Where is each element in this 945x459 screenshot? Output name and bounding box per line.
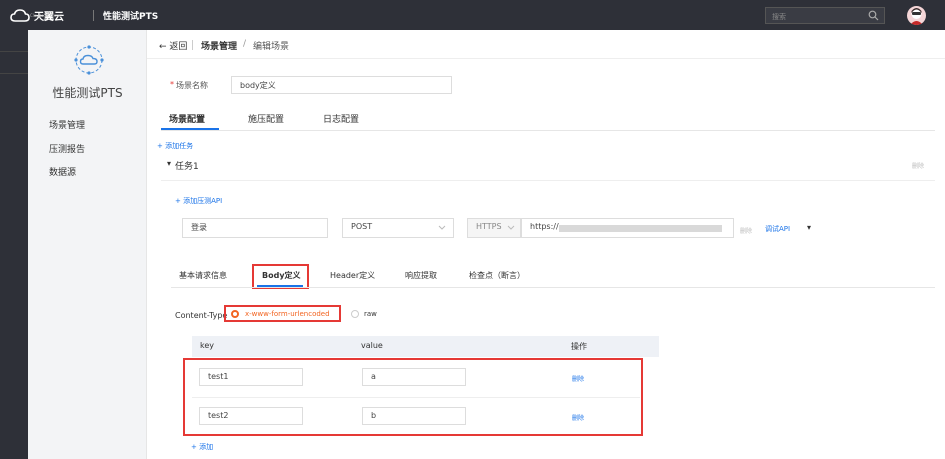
- divider: [192, 40, 193, 50]
- tab-divider: [171, 287, 935, 288]
- divider: [93, 10, 94, 21]
- table-header: [192, 336, 659, 357]
- url-redacted: [559, 225, 722, 232]
- task-title: 任务1: [175, 162, 199, 172]
- delete-row-button[interactable]: 删除: [572, 413, 584, 422]
- tab-checkpoint[interactable]: 检查点（断言）: [469, 270, 525, 281]
- method-select[interactable]: POST: [342, 218, 454, 238]
- api-delete-button[interactable]: 删除: [740, 226, 752, 235]
- add-task-button[interactable]: + 添加任务: [157, 141, 193, 151]
- delete-row-button[interactable]: 删除: [572, 374, 584, 383]
- scene-name-label: 场景名称: [176, 81, 208, 90]
- rail-divider: [0, 51, 28, 52]
- tab-divider: [161, 130, 935, 131]
- task-toggle-icon[interactable]: ▾: [167, 159, 171, 168]
- column-header-key: key: [200, 341, 215, 350]
- add-api-button[interactable]: + 添加压测API: [175, 196, 222, 206]
- breadcrumb-current: 编辑场景: [253, 42, 290, 52]
- tab-response-extract[interactable]: 响应提取: [405, 270, 437, 281]
- sidebar-item-scene-management[interactable]: 场景管理: [49, 118, 85, 131]
- key-input[interactable]: test1: [199, 368, 303, 386]
- tab-scene-config[interactable]: 场景配置: [169, 112, 205, 125]
- url-input[interactable]: https://: [521, 218, 734, 238]
- top-product-name[interactable]: 性能测试PTS: [103, 9, 158, 22]
- tab-log-config[interactable]: 日志配置: [323, 112, 359, 125]
- top-navigation-bar: 天翼云 Cloudsoft Cloud 性能测试PTS 搜索: [0, 0, 945, 30]
- debug-api-button[interactable]: 调试API: [765, 224, 790, 234]
- product-name: 性能测试PTS: [52, 86, 123, 100]
- sidebar-item-test-reports[interactable]: 压测报告: [49, 142, 85, 155]
- value-input[interactable]: a: [362, 368, 466, 386]
- breadcrumb-separator: /: [243, 39, 247, 49]
- content-type-label: Content-Type: [175, 311, 228, 320]
- tab-header-definition[interactable]: Header定义: [330, 270, 375, 281]
- sidebar-item-data-source[interactable]: 数据源: [49, 165, 76, 178]
- value-input[interactable]: b: [362, 407, 466, 425]
- more-dropdown-icon[interactable]: ▾: [807, 223, 811, 232]
- row-divider: [192, 397, 640, 398]
- main-content: ← 返回 场景管理 / 编辑场景 * 场景名称 body定义 场景配置 施压配置…: [147, 30, 945, 459]
- radio-selected-icon[interactable]: [231, 310, 239, 318]
- chevron-down-icon: [438, 225, 446, 230]
- scene-name-input[interactable]: body定义: [231, 76, 452, 94]
- task-delete-button[interactable]: 删除: [912, 161, 924, 170]
- search-placeholder: 搜索: [772, 13, 786, 21]
- chevron-down-icon: [507, 225, 515, 230]
- option-x-www-form-urlencoded[interactable]: x-www-form-urlencoded: [245, 310, 330, 318]
- left-rail: [0, 30, 28, 459]
- cloud-logo-icon: [10, 8, 30, 22]
- breadcrumb: ← 返回 场景管理 / 编辑场景: [147, 30, 945, 59]
- tab-pressure-config[interactable]: 施压配置: [248, 112, 284, 125]
- breadcrumb-parent[interactable]: 场景管理: [201, 39, 237, 52]
- column-header-action: 操作: [571, 342, 587, 351]
- highlight-box: [252, 264, 309, 289]
- user-avatar-icon: [910, 8, 923, 25]
- tab-basic-request[interactable]: 基本请求信息: [179, 270, 227, 281]
- url-value: https://: [530, 222, 559, 231]
- rail-divider: [0, 73, 28, 74]
- column-header-value: value: [361, 341, 383, 350]
- protocol-value: HTTPS: [476, 222, 502, 231]
- method-value: POST: [351, 222, 373, 231]
- search-input[interactable]: 搜索: [765, 7, 885, 24]
- radio-unselected-icon[interactable]: [351, 310, 359, 318]
- divider: [161, 180, 935, 181]
- required-mark: *: [170, 80, 174, 89]
- protocol-select[interactable]: HTTPS: [467, 218, 521, 238]
- logo-subtitle: Cloudsoft Cloud: [30, 13, 62, 18]
- api-name-input[interactable]: 登录: [182, 218, 328, 238]
- back-button[interactable]: ← 返回: [159, 39, 187, 52]
- pts-product-icon: [74, 45, 104, 75]
- add-row-button[interactable]: + 添加: [191, 442, 213, 452]
- avatar[interactable]: [907, 6, 926, 25]
- key-input[interactable]: test2: [199, 407, 303, 425]
- sidebar: 性能测试PTS 场景管理 压测报告 数据源: [28, 30, 147, 459]
- search-icon[interactable]: [868, 10, 879, 21]
- option-raw[interactable]: raw: [364, 310, 377, 318]
